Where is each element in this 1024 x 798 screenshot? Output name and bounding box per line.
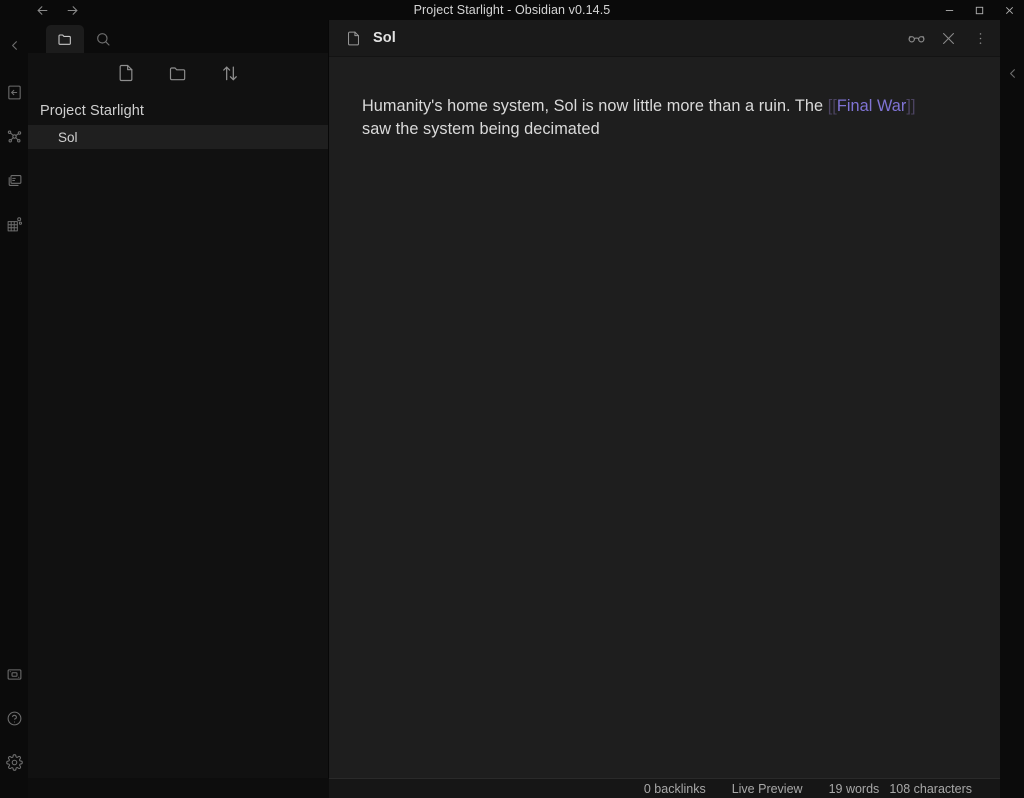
sort-button[interactable] — [218, 61, 242, 85]
page-title: Sol — [373, 30, 396, 46]
minimize-icon[interactable] — [934, 0, 964, 20]
open-note-icon[interactable] — [0, 70, 28, 114]
obsidian-app-window: Project Starlight - Obsidian v0.14.5 Pro… — [0, 0, 1024, 798]
settings-gear-icon[interactable] — [0, 740, 28, 784]
arrow-right-icon[interactable] — [64, 2, 80, 18]
note-text-before: Humanity's home system, Sol is now littl… — [362, 97, 828, 115]
close-tab-button[interactable] — [934, 24, 962, 52]
left-ribbon-top-group — [0, 20, 28, 246]
new-folder-button[interactable] — [166, 61, 190, 85]
canvas-icon[interactable] — [0, 158, 28, 202]
wikilink-open-bracket: [[ — [827, 97, 837, 115]
status-backlinks[interactable]: 0 backlinks — [644, 782, 706, 796]
note-paragraph[interactable]: Humanity's home system, Sol is now littl… — [362, 95, 938, 141]
editor-tab-actions — [902, 24, 994, 52]
close-icon[interactable] — [994, 0, 1024, 20]
new-folder-icon — [169, 67, 186, 81]
note-text-after: saw the system being decimated — [362, 120, 600, 138]
editor-pane: Sol Humanity's home system, Sol is now l… — [329, 20, 1000, 778]
help-icon[interactable] — [0, 696, 28, 740]
sort-icon — [223, 66, 237, 81]
wikilink-final-war[interactable]: Final War — [837, 97, 907, 115]
vault-name[interactable]: Project Starlight — [28, 99, 328, 125]
left-ribbon-bottom-group — [0, 652, 28, 798]
vertical-dots-icon — [979, 32, 981, 44]
tab-file-explorer[interactable] — [46, 25, 84, 53]
vault-switcher-icon[interactable] — [0, 652, 28, 696]
chevron-left-icon[interactable] — [1000, 48, 1024, 98]
editor-content-area[interactable]: Humanity's home system, Sol is now littl… — [329, 57, 1000, 778]
new-note-icon — [119, 64, 133, 82]
editor-tab-header: Sol — [329, 20, 1000, 57]
status-char-count[interactable]: 108 characters — [889, 782, 972, 796]
status-bar: 0 backlinks Live Preview 19 words 108 ch… — [329, 778, 1000, 798]
status-mode[interactable]: Live Preview — [732, 782, 803, 796]
search-icon — [97, 33, 110, 46]
new-note-button[interactable] — [114, 61, 138, 85]
file-explorer-toolbar — [28, 53, 328, 93]
status-counts: 19 words 108 characters — [829, 782, 972, 796]
left-ribbon — [0, 20, 28, 798]
more-options-button[interactable] — [966, 24, 994, 52]
glasses-icon — [908, 35, 924, 42]
file-tree: Project Starlight Sol — [28, 93, 328, 778]
graph-view-icon[interactable] — [0, 114, 28, 158]
navigation-arrows — [34, 2, 80, 18]
folder-icon — [58, 34, 71, 45]
left-sidebar: Project Starlight Sol — [28, 20, 328, 778]
status-word-count[interactable]: 19 words — [829, 782, 880, 796]
close-icon — [942, 32, 954, 44]
sidebar-tab-bar — [28, 20, 328, 53]
file-name: Sol — [58, 129, 78, 145]
window-controls — [934, 0, 1024, 20]
wikilink-close-bracket: ]] — [906, 97, 916, 115]
list-item[interactable]: Sol — [28, 125, 328, 149]
document-icon — [343, 28, 363, 48]
window-title: Project Starlight - Obsidian v0.14.5 — [413, 3, 611, 17]
reading-view-button[interactable] — [902, 24, 930, 52]
calendar-icon[interactable] — [0, 202, 28, 246]
right-ribbon — [1000, 20, 1024, 798]
maximize-icon[interactable] — [964, 0, 994, 20]
title-bar: Project Starlight - Obsidian v0.14.5 — [0, 0, 1024, 20]
arrow-left-icon[interactable] — [34, 2, 50, 18]
tab-search[interactable] — [84, 25, 122, 53]
chevron-left-icon[interactable] — [0, 20, 28, 70]
